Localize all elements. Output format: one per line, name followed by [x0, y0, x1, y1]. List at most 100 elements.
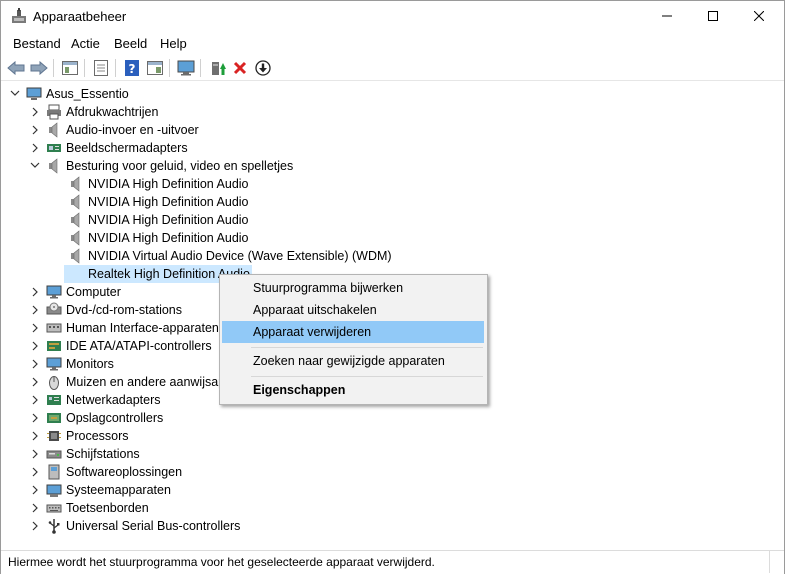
scan-hardware-button[interactable] [176, 58, 196, 78]
speaker-icon [71, 248, 80, 264]
toolbar: ? [1, 55, 784, 81]
monitor-icon [46, 357, 62, 371]
context-menu: Stuurprogramma bijwerken Apparaat uitsch… [219, 274, 488, 405]
back-button[interactable] [6, 58, 26, 78]
status-text: Hiermee wordt het stuurprogramma voor he… [8, 555, 435, 569]
chevron-right-icon[interactable] [30, 139, 40, 157]
minimize-button[interactable] [644, 1, 690, 31]
status-bar: Hiermee wordt het stuurprogramma voor he… [1, 550, 784, 574]
chevron-right-icon[interactable] [30, 121, 40, 139]
window-title: Apparaatbeheer [33, 9, 127, 24]
tree-category-label: Afdrukwachtrijen [66, 105, 159, 119]
help-book-icon: ? [125, 60, 139, 76]
tree-device[interactable]: NVIDIA Virtual Audio Device (Wave Extens… [2, 247, 782, 265]
tree-root[interactable]: Asus_Essentio [2, 85, 782, 103]
show-hide-console-tree-button[interactable] [60, 58, 80, 78]
tree-category[interactable]: Toetsenborden [2, 499, 782, 517]
maximize-button[interactable] [690, 1, 736, 31]
chevron-right-icon[interactable] [30, 283, 40, 301]
speaker-icon [71, 194, 80, 210]
chevron-right-icon[interactable] [30, 337, 40, 355]
forward-button[interactable] [29, 58, 49, 78]
update-driver-button[interactable] [208, 58, 228, 78]
chevron-right-icon[interactable] [30, 355, 40, 373]
tree-category[interactable]: Besturing voor geluid, video en spelletj… [2, 157, 782, 175]
chevron-right-icon[interactable] [30, 517, 40, 535]
chevron-right-icon[interactable] [30, 481, 40, 499]
keyboard-icon [46, 504, 62, 513]
software-icon [48, 464, 60, 480]
tree-device[interactable]: NVIDIA High Definition Audio [2, 229, 782, 247]
chevron-right-icon[interactable] [30, 319, 40, 337]
chevron-right-icon[interactable] [30, 427, 40, 445]
ctx-scan-hardware[interactable]: Zoeken naar gewijzigde apparaten [222, 350, 484, 372]
tree-device[interactable]: NVIDIA High Definition Audio [2, 193, 782, 211]
toolbar-separator [169, 59, 170, 77]
ctx-update-driver[interactable]: Stuurprogramma bijwerken [222, 277, 484, 299]
tree-device-label: NVIDIA High Definition Audio [88, 213, 249, 227]
resize-grip[interactable] [769, 551, 784, 573]
menu-help[interactable]: Help [160, 36, 187, 51]
chevron-right-icon[interactable] [30, 391, 40, 409]
ide-controller-icon [47, 341, 61, 351]
chevron-down-icon[interactable] [10, 85, 20, 103]
chevron-right-icon[interactable] [30, 373, 40, 391]
properties-sheet-icon [94, 60, 108, 76]
close-button[interactable] [736, 1, 782, 31]
storage-icon [47, 413, 61, 423]
tree-category-label: Audio-invoer en -uitvoer [66, 123, 199, 137]
network-icon [47, 395, 61, 405]
tree-category[interactable]: Universal Serial Bus-controllers [2, 517, 782, 535]
title-bar[interactable]: Apparaatbeheer [1, 1, 784, 31]
tree-category-label: Toetsenborden [66, 501, 149, 515]
action-pane-button[interactable] [145, 58, 165, 78]
console-tree-icon [62, 61, 78, 75]
tree-category-label: Monitors [66, 357, 114, 371]
back-arrow-icon [7, 61, 25, 75]
tree-category[interactable]: Audio-invoer en -uitvoer [2, 121, 782, 139]
computer-icon [26, 87, 42, 100]
chevron-down-icon[interactable] [30, 157, 40, 175]
update-driver-icon [212, 62, 226, 75]
menu-beeld[interactable]: Beeld [114, 36, 147, 51]
tree-category-label: Systeemapparaten [66, 483, 171, 497]
tree-device-label: NVIDIA High Definition Audio [88, 195, 249, 209]
tree-category[interactable]: Opslagcontrollers [2, 409, 782, 427]
ctx-disable-device[interactable]: Apparaat uitschakelen [222, 299, 484, 321]
tree-device-label: NVIDIA High Definition Audio [88, 177, 249, 191]
tree-category[interactable]: Schijfstations [2, 445, 782, 463]
tree-category-label: IDE ATA/ATAPI-controllers [66, 339, 212, 353]
display-adapter-icon [47, 144, 61, 152]
chevron-right-icon[interactable] [30, 463, 40, 481]
tree-category[interactable]: Beeldschermadapters [2, 139, 782, 157]
maximize-icon [708, 11, 718, 21]
help-toolbar-button[interactable]: ? [122, 58, 142, 78]
ctx-properties[interactable]: Eigenschappen [222, 379, 484, 401]
tree-category[interactable]: Systeemapparaten [2, 481, 782, 499]
ctx-uninstall-device[interactable]: Apparaat verwijderen [222, 321, 484, 343]
chevron-right-icon[interactable] [30, 499, 40, 517]
tree-category[interactable]: Processors [2, 427, 782, 445]
ctx-separator [251, 376, 483, 377]
ctx-separator [251, 347, 483, 348]
chevron-right-icon[interactable] [30, 409, 40, 427]
tree-category[interactable]: Softwareoplossingen [2, 463, 782, 481]
hid-icon [46, 323, 62, 333]
properties-toolbar-button[interactable] [91, 58, 111, 78]
chevron-right-icon[interactable] [30, 445, 40, 463]
tree-category-label: Computer [66, 285, 121, 299]
tree-category-label: Processors [66, 429, 129, 443]
minimize-icon [662, 15, 672, 17]
ctx-properties-label: Eigenschappen [253, 383, 346, 397]
chevron-right-icon[interactable] [30, 301, 40, 319]
tree-device[interactable]: NVIDIA High Definition Audio [2, 175, 782, 193]
tree-category[interactable]: Afdrukwachtrijen [2, 103, 782, 121]
chevron-right-icon[interactable] [30, 103, 40, 121]
toolbar-separator [115, 59, 116, 77]
tree-device-label: NVIDIA High Definition Audio [88, 231, 249, 245]
uninstall-device-button[interactable] [230, 58, 250, 78]
tree-device[interactable]: NVIDIA High Definition Audio [2, 211, 782, 229]
menu-bestand[interactable]: Bestand [13, 36, 61, 51]
menu-actie[interactable]: Actie [71, 36, 100, 51]
disable-device-button[interactable] [253, 58, 273, 78]
